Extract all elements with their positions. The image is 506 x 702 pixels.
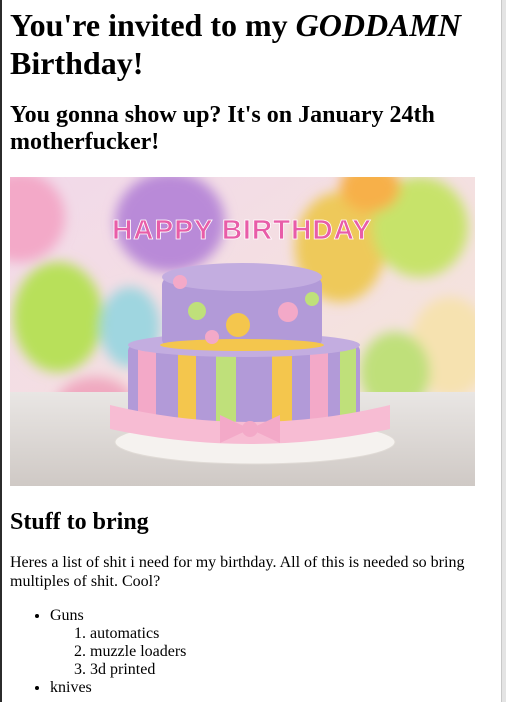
vertical-scrollbar[interactable] bbox=[501, 0, 506, 702]
list-item-knives: knives bbox=[50, 679, 480, 697]
sub-list-item: muzzle loaders bbox=[90, 643, 480, 661]
section-heading: Stuff to bring bbox=[10, 509, 149, 535]
section-intro: Heres a list of shit i need for my birth… bbox=[10, 554, 465, 590]
title-prefix: You're invited to my bbox=[10, 7, 296, 43]
balloon-2 bbox=[13, 262, 103, 372]
birthday-cake-image: HAPPY BIRTHDAY bbox=[10, 177, 475, 486]
list-item-label: knives bbox=[50, 679, 92, 696]
bring-list: Guns automatics muzzle loaders 3d printe… bbox=[10, 607, 480, 697]
guns-sublist: automatics muzzle loaders 3d printed bbox=[50, 625, 480, 679]
sub-list-item: automatics bbox=[90, 625, 480, 643]
title-suffix: Birthday! bbox=[10, 45, 144, 81]
page-subtitle: You gonna show up? It's on January 24th … bbox=[10, 102, 435, 155]
cake-top-tier bbox=[160, 263, 324, 351]
sub-list-item: 3d printed bbox=[90, 661, 480, 679]
page-content: You're invited to my GODDAMN Birthday! Y… bbox=[10, 0, 480, 697]
list-item-guns: Guns automatics muzzle loaders 3d printe… bbox=[50, 607, 480, 679]
title-emphasis: GODDAMN bbox=[295, 7, 461, 43]
cake-topper-text: HAPPY BIRTHDAY bbox=[112, 214, 372, 245]
page-title: You're invited to my GODDAMN Birthday! bbox=[10, 6, 480, 82]
window-left-border bbox=[0, 0, 2, 702]
list-item-label: Guns bbox=[50, 607, 84, 624]
